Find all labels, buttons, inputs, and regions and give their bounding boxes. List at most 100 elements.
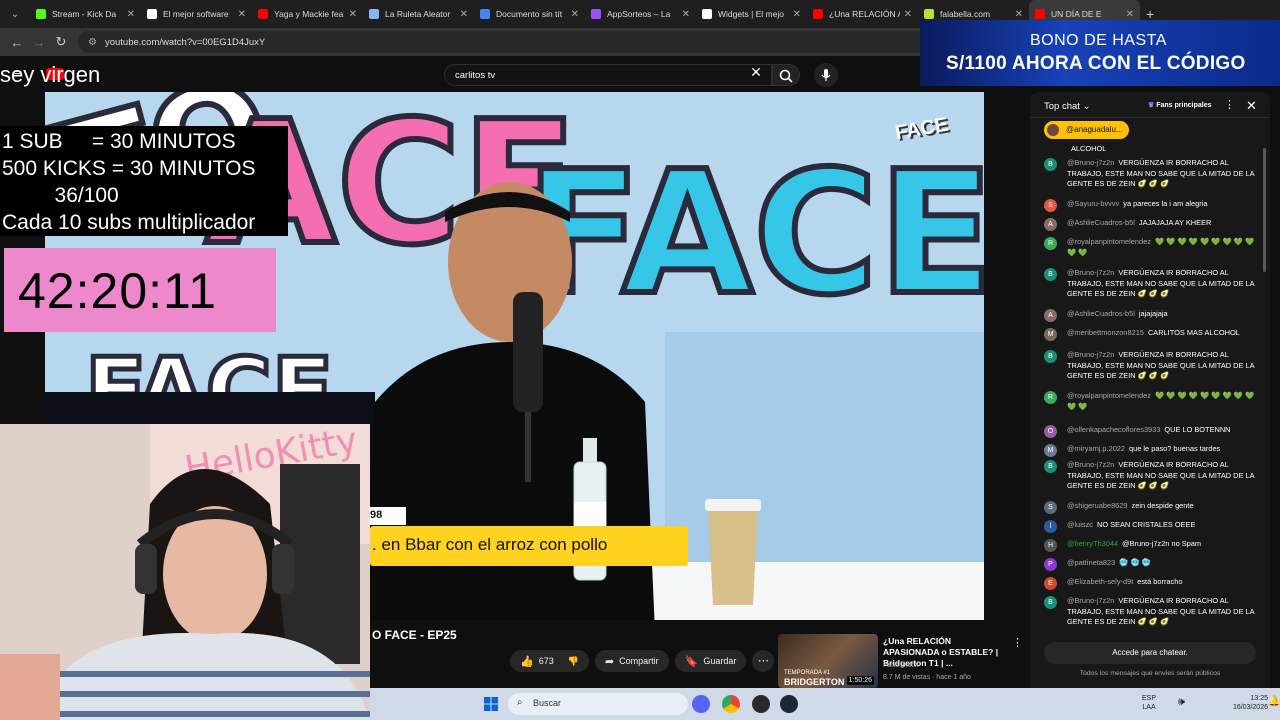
close-tab-icon[interactable]: ✕ [682, 9, 690, 20]
chat-message[interactable]: l @luiszc NO SEAN CRISTALES OEEE [1044, 520, 1256, 533]
save-button[interactable]: 🔖 Guardar [674, 650, 747, 672]
chrome-icon[interactable] [722, 695, 740, 713]
chat-message[interactable]: M @meribettmonzon8215 CARLITOS MAS ALCOHOL [1044, 328, 1256, 341]
scroll-thumb[interactable] [1263, 148, 1266, 272]
close-chat-icon[interactable]: ✕ [1246, 98, 1257, 114]
browser-tab[interactable]: La Ruleta Aleator ✕ [363, 0, 474, 28]
browser-tab[interactable]: Documento sin tít ✕ [474, 0, 585, 28]
pinned-user-chip[interactable]: @anaguadalu... [1044, 121, 1129, 139]
chat-author[interactable]: @pattineta823 [1067, 558, 1115, 567]
join-chat-button[interactable]: Accede para chatear. [1044, 642, 1256, 664]
volume-icon[interactable]: 🕪 [1178, 696, 1185, 709]
browser-tab[interactable]: Yaga y Mackie fea ✕ [252, 0, 363, 28]
avatar[interactable]: S [1044, 199, 1057, 212]
chat-author[interactable]: @miryamj.p.2022 [1067, 444, 1125, 453]
close-tab-icon[interactable]: ✕ [349, 9, 357, 20]
close-tab-icon[interactable]: ✕ [904, 9, 912, 20]
chat-message[interactable]: A @AshlieCuadros-b5l jajajajaja [1044, 309, 1256, 322]
chat-message[interactable]: B @Bruno-j7z2n VERGÜENZA IR BORRACHO AL TR… [1044, 350, 1256, 382]
browser-tab[interactable]: El mejor software ✕ [141, 0, 252, 28]
avatar[interactable]: B [1044, 350, 1057, 363]
steam-icon[interactable] [780, 695, 798, 713]
avatar[interactable]: A [1044, 309, 1057, 322]
chat-message[interactable]: A @AshlieCuadros-b5l JAJAJAJA AY KHEER [1044, 218, 1256, 231]
avatar[interactable]: M [1044, 444, 1057, 457]
recommended-channel[interactable]: Farid Dieck [883, 662, 918, 669]
chat-message[interactable]: M @miryamj.p.2022 que le paso? buenas tard… [1044, 444, 1256, 457]
taskbar-search[interactable]: ⌕ Buscar [508, 693, 688, 715]
browser-tab[interactable]: Stream - Kick Da ✕ [30, 0, 141, 28]
casino-ad-banner[interactable]: BONO DE HASTA S/1100 AHORA CON EL CÓDIGO [920, 20, 1280, 86]
close-tab-icon[interactable]: ✕ [793, 9, 801, 20]
chat-message[interactable]: S @shigeruabe8629 zein despide gente [1044, 501, 1256, 514]
url-input[interactable]: ⚙ youtube.com/watch?v=00EG1D4JuxY [78, 31, 978, 53]
windows-start-icon[interactable] [484, 697, 498, 711]
chat-author[interactable]: @AshlieCuadros-b5l [1067, 309, 1135, 318]
back-icon[interactable]: ← [6, 35, 28, 50]
avatar[interactable]: P [1044, 558, 1057, 571]
browser-tab[interactable]: AppSorteos – La ✕ [585, 0, 696, 28]
chat-author[interactable]: @luiszc [1067, 520, 1093, 529]
chat-message[interactable]: O @ollenkapachecoflores3933 QUE LO BOTENNN [1044, 425, 1256, 438]
avatar[interactable]: R [1044, 391, 1057, 404]
close-tab-icon[interactable]: ✕ [1126, 9, 1134, 20]
avatar[interactable]: B [1044, 158, 1057, 171]
obs-icon[interactable] [752, 695, 770, 713]
forward-icon[interactable]: → [28, 35, 50, 50]
avatar[interactable]: M [1044, 328, 1057, 341]
language-indicator[interactable]: ESP LAA [1142, 694, 1156, 712]
chat-author[interactable]: @AshlieCuadros-b5l [1067, 218, 1135, 227]
avatar[interactable]: B [1044, 460, 1057, 473]
chat-message[interactable]: H @henryTh3044 @Bruno-j7z2n no Spam [1044, 539, 1256, 552]
discord-icon[interactable] [692, 695, 710, 713]
more-actions-icon[interactable]: ⋯ [752, 650, 775, 672]
voice-search-button[interactable] [814, 63, 838, 87]
chat-author[interactable]: @Sayuru-bvvvv [1067, 199, 1119, 208]
close-tab-icon[interactable]: ✕ [1015, 9, 1023, 20]
chat-messages[interactable]: ALCOHOL B @Bruno-j7z2n VERGÜENZA IR BORRACH… [1030, 144, 1262, 640]
top-fans-button[interactable]: ♛ Fans principales [1148, 101, 1211, 109]
chat-message[interactable]: R @royalpanpintomelendez 💚 💚 💚 💚 💚 💚 💚 💚 💚… [1044, 237, 1256, 258]
clock[interactable]: 13:25 16/03/2026 [1230, 694, 1268, 712]
notification-bell-icon[interactable]: 🔔 [1268, 696, 1280, 707]
tab-search-button[interactable]: ⌄ [4, 3, 26, 25]
dislike-icon[interactable]: 👎 [568, 656, 579, 667]
recommended-thumbnail[interactable]: TEMPORADA #1 BRIDGERTON 1:50:26 [778, 634, 878, 688]
chat-message[interactable]: B @Bruno-j7z2n VERGÜENZA IR BORRACHO AL TR… [1044, 460, 1256, 492]
avatar[interactable]: B [1044, 596, 1057, 609]
avatar[interactable]: S [1044, 501, 1057, 514]
chat-author[interactable]: @henryTh3044 [1067, 539, 1118, 548]
avatar[interactable]: E [1044, 577, 1057, 590]
search-input[interactable]: carlitos tv [444, 64, 772, 86]
search-button[interactable] [772, 64, 800, 86]
chat-message[interactable]: ALCOHOL [1044, 144, 1256, 155]
recommended-video[interactable]: TEMPORADA #1 BRIDGERTON 1:50:26 ¿Una REL… [778, 634, 1028, 688]
recommended-menu-icon[interactable]: ⋮ [1012, 636, 1023, 649]
avatar[interactable]: H [1044, 539, 1057, 552]
browser-tab[interactable]: Widgets | El mejo ✕ [696, 0, 807, 28]
chat-author[interactable]: @Bruno-j7z2n [1067, 460, 1114, 469]
share-button[interactable]: ➦ Compartir [594, 650, 669, 672]
clear-search-icon[interactable]: ✕ [748, 64, 764, 81]
chat-mode-dropdown[interactable]: Top chat ⌄ [1044, 101, 1091, 112]
chat-author[interactable]: @royalpanpintomelendez [1067, 237, 1151, 246]
like-button[interactable]: 👍 673 👎 [510, 650, 589, 672]
chat-scrollbar[interactable] [1262, 144, 1267, 640]
avatar[interactable]: A [1044, 218, 1057, 231]
avatar[interactable]: B [1044, 268, 1057, 281]
chat-message[interactable]: P @pattineta823 🥶 🥶 🥶 [1044, 558, 1256, 571]
close-tab-icon[interactable]: ✕ [238, 9, 246, 20]
chat-menu-icon[interactable]: ⋮ [1224, 98, 1235, 111]
chat-message[interactable]: S @Sayuru-bvvvv ya pareces la i am alegria [1044, 199, 1256, 212]
close-tab-icon[interactable]: ✕ [127, 9, 135, 20]
chat-author[interactable]: @Bruno-j7z2n [1067, 158, 1114, 167]
avatar[interactable]: R [1044, 237, 1057, 250]
chat-message[interactable]: B @Bruno-j7z2n VERGÜENZA IR BORRACHO AL TR… [1044, 268, 1256, 300]
chat-message[interactable]: B @Bruno-j7z2n VERGÜENZA IR BORRACHO AL TR… [1044, 596, 1256, 628]
avatar[interactable]: O [1044, 425, 1057, 438]
chat-message[interactable]: R @royalpanpintomelendez 💚 💚 💚 💚 💚 💚 💚 💚 💚… [1044, 391, 1256, 412]
chat-author[interactable]: @shigeruabe8629 [1067, 501, 1128, 510]
close-tab-icon[interactable]: ✕ [460, 9, 468, 20]
avatar[interactable]: l [1044, 520, 1057, 533]
chat-author[interactable]: @Bruno-j7z2n [1067, 596, 1114, 605]
